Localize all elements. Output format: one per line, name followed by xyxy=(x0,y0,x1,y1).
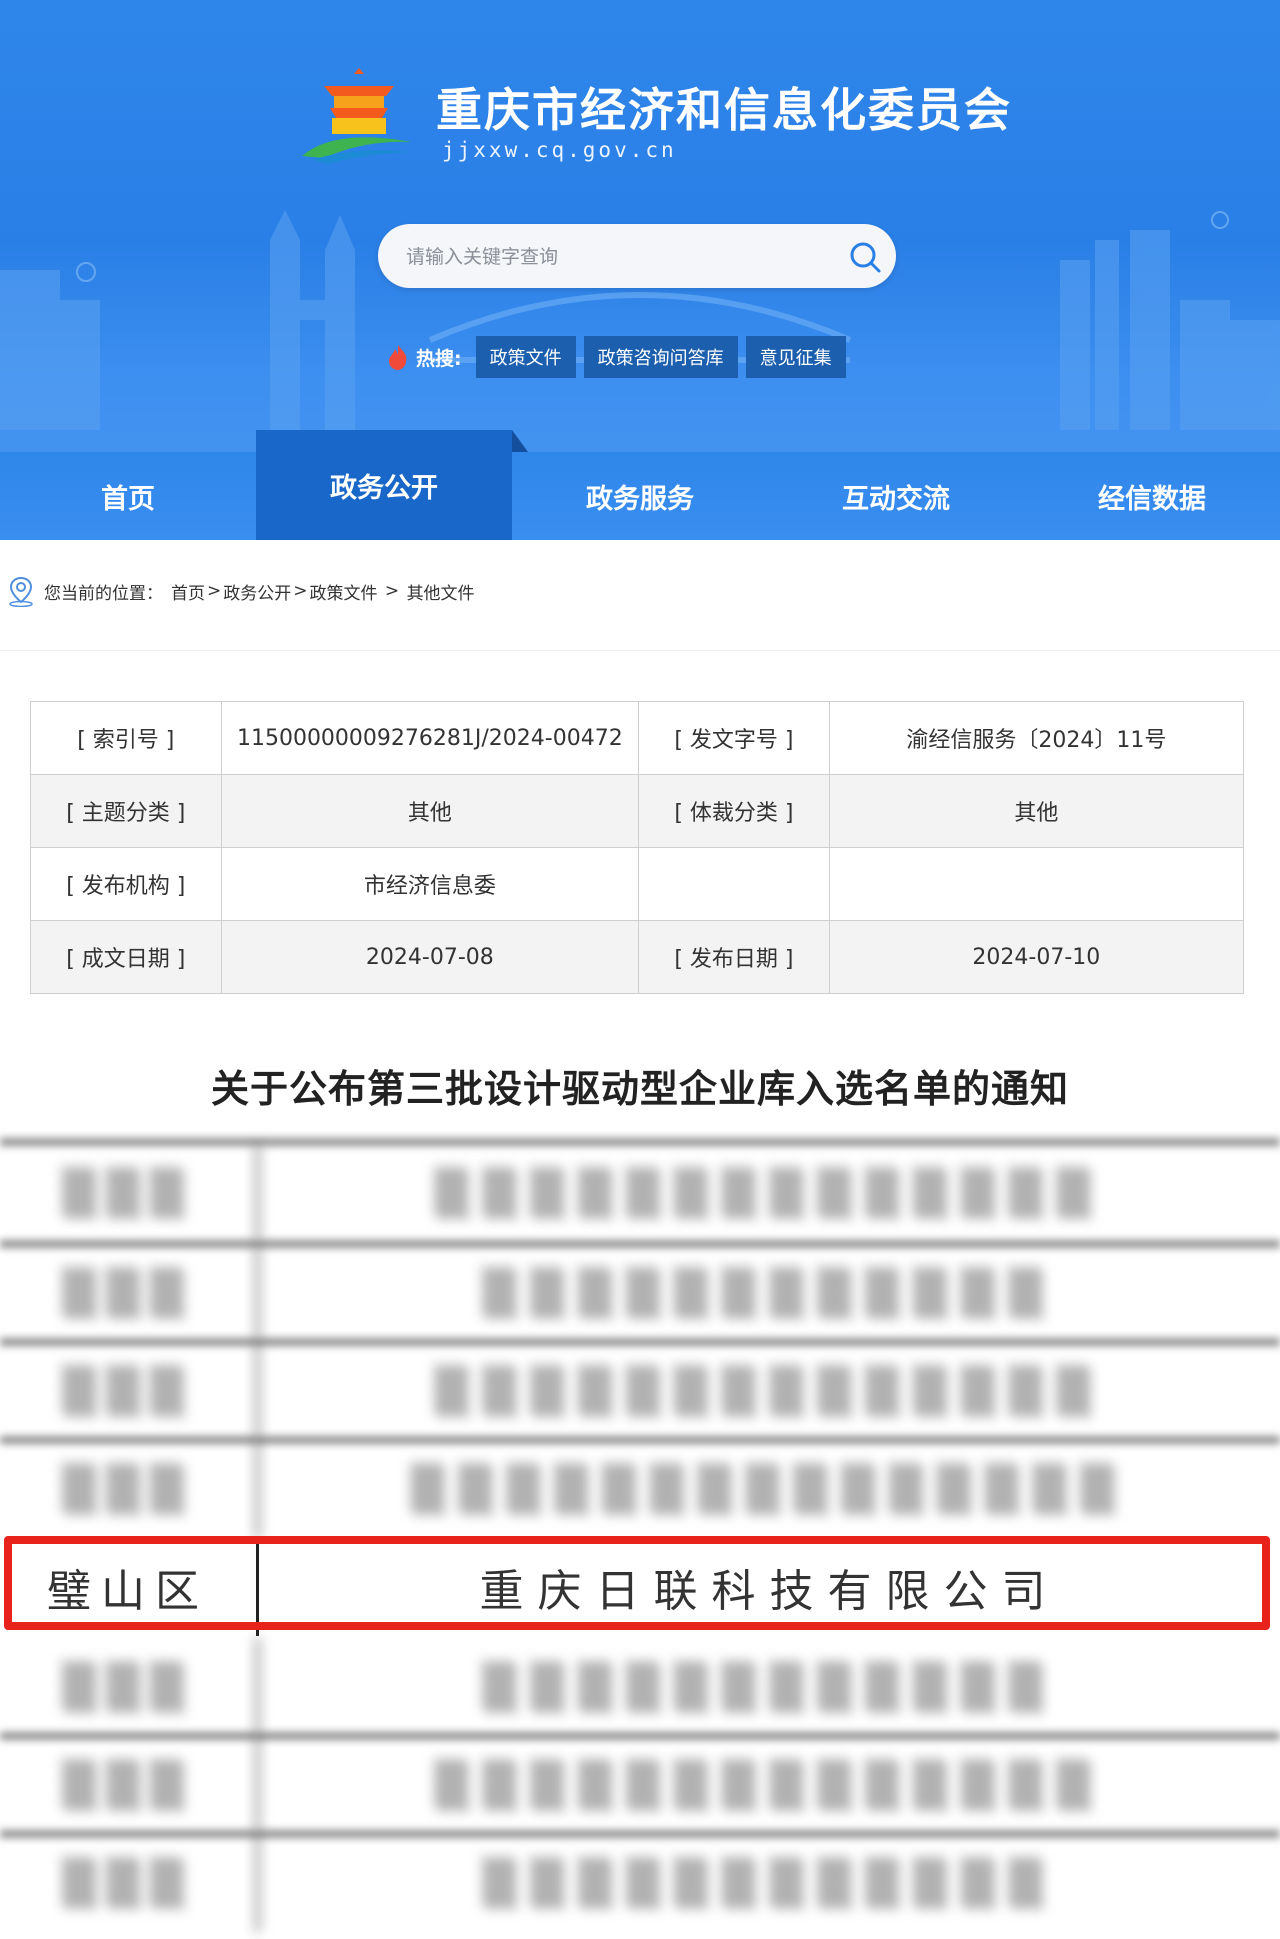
written-date-label: [ 成文日期 ] xyxy=(30,920,222,994)
site-title: 重庆市经济和信息化委员会 xyxy=(436,83,1012,137)
nav-item-data[interactable]: 经信数据 xyxy=(1024,452,1280,540)
breadcrumb-government-affairs[interactable]: 政务公开 xyxy=(223,579,291,604)
table-row: [ 发布机构 ] 市经济信息委 xyxy=(30,847,1245,921)
publisher-label: [ 发布机构 ] xyxy=(30,847,222,921)
document-number-value: 渝经信服务〔2024〕11号 xyxy=(828,701,1245,775)
blurred-company: ▒▒▒▒▒▒▒▒▒▒▒▒ xyxy=(482,1857,1057,1909)
hot-search-bar: 热搜: 政策文件 政策咨询问答库 意见征集 xyxy=(386,336,854,378)
blurred-district: ▒▒▒ xyxy=(0,1342,259,1440)
document-title: 关于公布第三批设计驱动型企业库入选名单的通知 xyxy=(210,1067,1069,1111)
table-row: [ 索引号 ] 11500000009276281J/2024-00472 [ … xyxy=(30,701,1245,775)
main-nav: 首页 政务公开 政务服务 互动交流 经信数据 xyxy=(0,430,1280,540)
breadcrumb-home[interactable]: 首页 xyxy=(171,579,205,604)
red-highlight-frame xyxy=(4,1536,1270,1630)
table-row: [ 成文日期 ] 2024-07-08 [ 发布日期 ] 2024-07-10 xyxy=(30,920,1245,994)
blurred-district: ▒▒▒ xyxy=(0,1440,259,1538)
breadcrumb-other-files[interactable]: 其他文件 xyxy=(407,579,475,604)
nav-item-services[interactable]: 政务服务 xyxy=(512,452,768,540)
blurred-row: ▒▒▒ ▒▒▒▒▒▒▒▒▒▒▒▒▒▒ xyxy=(0,1342,1280,1440)
blurred-district: ▒▒▒ xyxy=(0,1638,259,1736)
blurred-company: ▒▒▒▒▒▒▒▒▒▒▒▒ xyxy=(482,1661,1057,1713)
blurred-company: ▒▒▒▒▒▒▒▒▒▒▒▒▒▒ xyxy=(434,1365,1105,1417)
flame-icon xyxy=(389,345,407,370)
blurred-row: ▒▒▒ ▒▒▒▒▒▒▒▒▒▒▒▒▒▒▒ xyxy=(0,1440,1280,1538)
document-number-label: [ 发文字号 ] xyxy=(638,701,830,775)
hot-tag-policy-qa[interactable]: 政策咨询问答库 xyxy=(583,336,738,378)
genre-category-value: 其他 xyxy=(828,774,1245,848)
written-date-value: 2024-07-08 xyxy=(220,920,640,994)
blurred-row: ▒▒▒ ▒▒▒▒▒▒▒▒▒▒▒▒ xyxy=(0,1834,1280,1932)
hot-tag-policy-files[interactable]: 政策文件 xyxy=(475,336,576,378)
breadcrumb-policy-files[interactable]: 政策文件 xyxy=(310,579,378,604)
index-number-value: 11500000009276281J/2024-00472 xyxy=(220,701,640,775)
search-input[interactable] xyxy=(404,238,808,276)
blurred-company: ▒▒▒▒▒▒▒▒▒▒▒▒▒▒ xyxy=(434,1167,1105,1219)
publish-date-value: 2024-07-10 xyxy=(828,920,1245,994)
topic-category-value: 其他 xyxy=(220,774,640,848)
nav-item-interaction[interactable]: 互动交流 xyxy=(768,452,1024,540)
blurred-district: ▒▒▒ xyxy=(0,1244,259,1342)
publisher-value: 市经济信息委 xyxy=(220,847,640,921)
blurred-row: ▒▒▒ ▒▒▒▒▒▒▒▒▒▒▒▒▒▒ xyxy=(0,1144,1280,1242)
breadcrumb-prefix: 您当前的位置： xyxy=(44,583,163,604)
empty-label xyxy=(638,847,830,921)
blurred-row: ▒▒▒ ▒▒▒▒▒▒▒▒▒▒▒▒▒▒ xyxy=(0,1736,1280,1834)
topic-category-label: [ 主题分类 ] xyxy=(30,774,222,848)
blurred-district: ▒▒▒ xyxy=(0,1736,259,1834)
nav-item-government-affairs[interactable]: 政务公开 xyxy=(256,430,528,540)
genre-category-label: [ 体裁分类 ] xyxy=(638,774,830,848)
index-number-label: [ 索引号 ] xyxy=(30,701,222,775)
hot-tag-opinion-collection[interactable]: 意见征集 xyxy=(745,336,846,378)
blurred-row: ▒▒▒ ▒▒▒▒▒▒▒▒▒▒▒▒ xyxy=(0,1244,1280,1342)
blurred-company: ▒▒▒▒▒▒▒▒▒▒▒▒ xyxy=(482,1267,1057,1319)
location-pin-icon xyxy=(9,576,33,607)
blurred-company: ▒▒▒▒▒▒▒▒▒▒▒▒▒▒▒ xyxy=(410,1463,1129,1515)
site-url: jjxxw.cq.gov.cn xyxy=(442,138,677,162)
blurred-district: ▒▒▒ xyxy=(0,1144,259,1242)
search-icon[interactable] xyxy=(846,238,884,276)
nav-item-home[interactable]: 首页 xyxy=(0,452,256,540)
empty-value xyxy=(828,847,1245,921)
blurred-district: ▒▒▒ xyxy=(0,1834,259,1932)
blurred-company: ▒▒▒▒▒▒▒▒▒▒▒▒▒▒ xyxy=(434,1759,1105,1811)
publish-date-label: [ 发布日期 ] xyxy=(638,920,830,994)
document-meta-table: [ 索引号 ] 11500000009276281J/2024-00472 [ … xyxy=(30,701,1245,994)
site-logo[interactable] xyxy=(294,66,424,166)
table-row: [ 主题分类 ] 其他 [ 体裁分类 ] 其他 xyxy=(30,774,1245,848)
breadcrumb: 您当前的位置： 首页 > 政务公开 > 政策文件 > 其他文件 xyxy=(6,574,475,608)
blurred-row: ▒▒▒ ▒▒▒▒▒▒▒▒▒▒▒▒ xyxy=(0,1638,1280,1736)
search-bar xyxy=(378,224,896,288)
hot-search-label: 热搜: xyxy=(416,347,462,370)
